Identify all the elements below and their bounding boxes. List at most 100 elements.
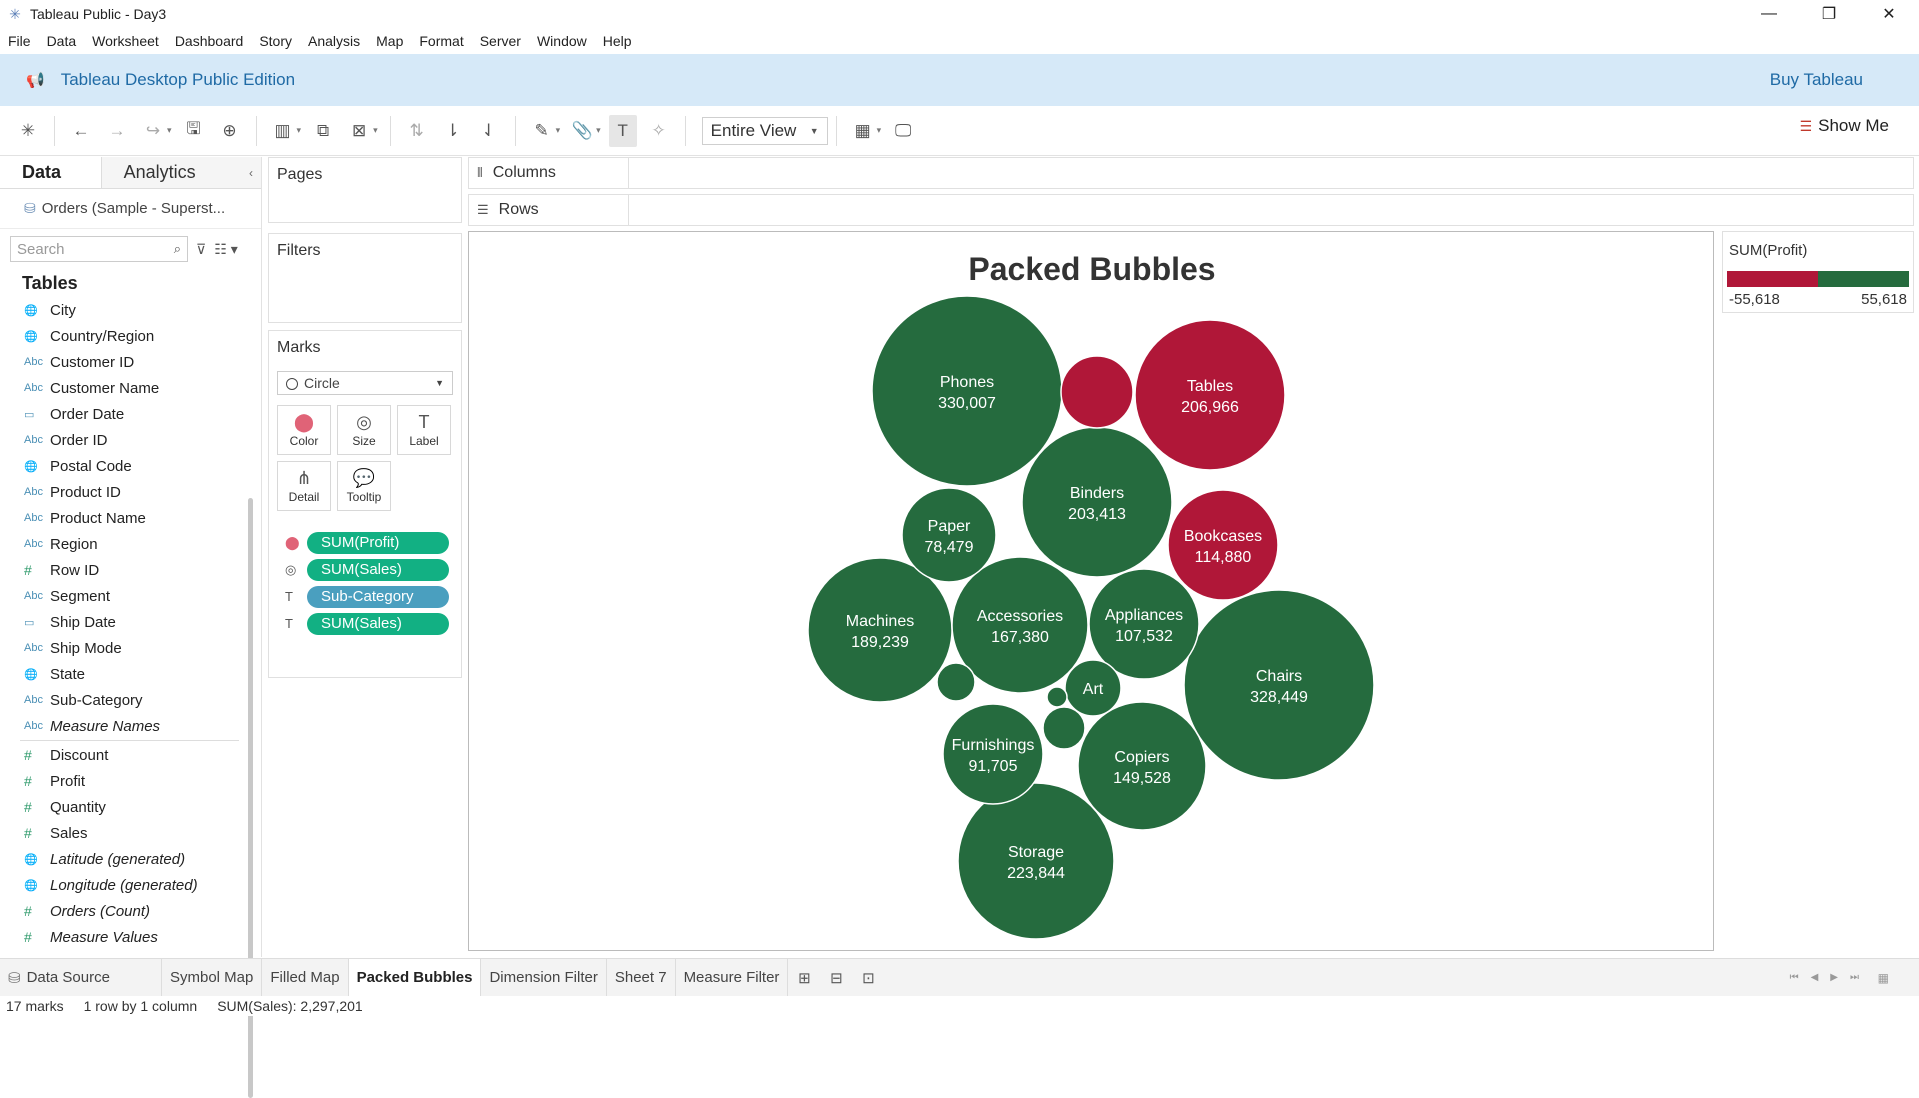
menu-story[interactable]: Story [251, 33, 300, 49]
bubble-mark[interactable] [1167, 489, 1279, 601]
menu-dashboard[interactable]: Dashboard [167, 33, 252, 49]
highlight-icon[interactable]: ✎ [528, 115, 556, 147]
bubble-mark[interactable] [1060, 355, 1134, 429]
label-icon[interactable]: T [285, 589, 307, 604]
show-cards-icon[interactable]: ▦ [849, 115, 877, 147]
new-worksheet-icon[interactable]: ▥ [269, 115, 297, 147]
bubble-mark[interactable] [1046, 686, 1068, 708]
field-item[interactable]: Abc Region [0, 531, 261, 557]
field-item[interactable]: Abc Measure Names [0, 713, 261, 739]
bubble-mark[interactable] [871, 295, 1063, 487]
menu-server[interactable]: Server [472, 33, 529, 49]
pages-shelf[interactable]: Pages [268, 157, 462, 223]
field-item[interactable]: 🌐 State [0, 661, 261, 687]
minimize-button[interactable]: — [1739, 0, 1799, 28]
save-icon[interactable]: 🖫 [180, 115, 208, 147]
field-item[interactable]: # Discount [0, 742, 261, 768]
field-item[interactable]: Abc Product ID [0, 479, 261, 505]
show-me-button[interactable]: ☰ Show Me [1800, 116, 1889, 136]
fit-dropdown[interactable]: Entire View ▼ [701, 116, 828, 145]
sheet-tab[interactable]: Packed Bubbles [348, 958, 482, 997]
new-worksheet-tab-icon[interactable]: ⊞ [788, 959, 820, 997]
bubble-mark[interactable] [901, 487, 997, 583]
new-datasource-icon[interactable]: ⊕ [216, 115, 244, 147]
sheet-tab[interactable]: Symbol Map [162, 958, 263, 997]
filter-icon[interactable]: ⊽ [196, 241, 206, 258]
collapse-icon[interactable]: ‹ [249, 166, 253, 180]
menu-window[interactable]: Window [529, 33, 595, 49]
filters-shelf[interactable]: Filters [268, 233, 462, 323]
field-item[interactable]: 🌐 Latitude (generated) [0, 846, 261, 872]
bubble-mark[interactable] [1134, 319, 1286, 471]
menu-help[interactable]: Help [595, 33, 640, 49]
restore-button[interactable]: ❐ [1799, 0, 1859, 28]
color-legend[interactable]: SUM(Profit) -55,618 55,618 [1722, 231, 1914, 313]
field-item[interactable]: # Measure Values [0, 924, 261, 950]
field-item[interactable]: Abc Customer Name [0, 375, 261, 401]
menu-format[interactable]: Format [411, 33, 471, 49]
field-item[interactable]: 🌐 Postal Code [0, 453, 261, 479]
tab-data[interactable]: Data [0, 157, 102, 188]
marks-pill[interactable]: SUM(Sales) [307, 558, 449, 581]
clear-sheet-icon[interactable]: ⊠ [345, 115, 373, 147]
label-icon[interactable]: T [285, 616, 307, 631]
field-item[interactable]: # Sales [0, 820, 261, 846]
menu-map[interactable]: Map [368, 33, 411, 49]
field-item[interactable]: Abc Segment [0, 583, 261, 609]
field-item[interactable]: # Quantity [0, 794, 261, 820]
sheet-tab[interactable]: Measure Filter [676, 958, 789, 997]
bubble-mark[interactable] [1021, 426, 1173, 578]
bubble-mark[interactable] [1077, 701, 1207, 831]
field-item[interactable]: # Profit [0, 768, 261, 794]
menu-worksheet[interactable]: Worksheet [84, 33, 167, 49]
tableau-home-icon[interactable]: ✳ [14, 115, 42, 147]
size-icon[interactable]: ◎ [285, 562, 307, 578]
duplicate-sheet-icon[interactable]: ⧉ [309, 115, 337, 147]
sheet-sorter-icon[interactable]: ▦ [1878, 971, 1889, 985]
menu-data[interactable]: Data [39, 33, 85, 49]
menu-analysis[interactable]: Analysis [300, 33, 368, 49]
size-button[interactable]: ◎ Size [337, 405, 391, 455]
close-button[interactable]: ✕ [1859, 0, 1919, 28]
field-item[interactable]: Abc Order ID [0, 427, 261, 453]
marks-pill[interactable]: SUM(Sales) [307, 612, 449, 635]
redo-icon[interactable]: → [103, 115, 131, 147]
new-dashboard-tab-icon[interactable]: ⊟ [820, 959, 852, 997]
presentation-mode-icon[interactable]: 🖵 [889, 115, 917, 147]
detail-button[interactable]: ⋔ Detail [277, 461, 331, 511]
field-item[interactable]: # Orders (Count) [0, 898, 261, 924]
undo-icon[interactable]: ← [67, 115, 95, 147]
columns-shelf[interactable]: ⦀ Columns [468, 157, 1914, 189]
group-icon[interactable]: 📎 [568, 115, 596, 147]
rows-shelf[interactable]: ☰ Rows [468, 194, 1914, 226]
field-item[interactable]: Abc Ship Mode [0, 635, 261, 661]
replay-icon[interactable]: ↪ [139, 115, 167, 147]
marks-pill[interactable]: SUM(Profit) [307, 531, 449, 554]
sheet-tab[interactable]: Filled Map [262, 958, 349, 997]
sheet-tab[interactable]: Dimension Filter [481, 958, 607, 997]
bubble-mark[interactable] [1183, 589, 1375, 781]
field-item[interactable]: 🌐 Country/Region [0, 323, 261, 349]
viz-canvas[interactable]: Packed Bubbles Phones 330,007 Chairs 328,449… [468, 231, 1714, 951]
tab-analytics[interactable]: Analytics ‹ [101, 157, 261, 188]
color-icon[interactable]: ⬤ [285, 535, 307, 551]
field-item[interactable]: 🌐 City [0, 297, 261, 323]
mark-type-dropdown[interactable]: Circle ▼ [277, 371, 453, 395]
menu-file[interactable]: File [0, 33, 39, 49]
sheet-tab[interactable]: Sheet 7 [607, 958, 676, 997]
field-item[interactable]: 🌐 Longitude (generated) [0, 872, 261, 898]
bubble-mark[interactable] [807, 557, 953, 703]
bubble-mark[interactable] [1042, 706, 1086, 750]
tab-data-source[interactable]: ⛁ Data Source [0, 958, 162, 997]
field-item[interactable]: ▭ Order Date [0, 401, 261, 427]
bubble-mark[interactable] [942, 703, 1044, 805]
datasource-item[interactable]: ⛁ Orders (Sample - Superst... [0, 189, 261, 229]
bubble-mark[interactable] [936, 662, 976, 702]
field-item[interactable]: # Row ID [0, 557, 261, 583]
marks-pill[interactable]: Sub-Category [307, 585, 449, 608]
view-options-icon[interactable]: ☷ ▾ [214, 241, 237, 258]
buy-tableau-link[interactable]: Buy Tableau [1770, 70, 1863, 90]
field-item[interactable]: Abc Product Name [0, 505, 261, 531]
field-item[interactable]: Abc Customer ID [0, 349, 261, 375]
swap-icon[interactable]: ⇅ [403, 115, 431, 147]
